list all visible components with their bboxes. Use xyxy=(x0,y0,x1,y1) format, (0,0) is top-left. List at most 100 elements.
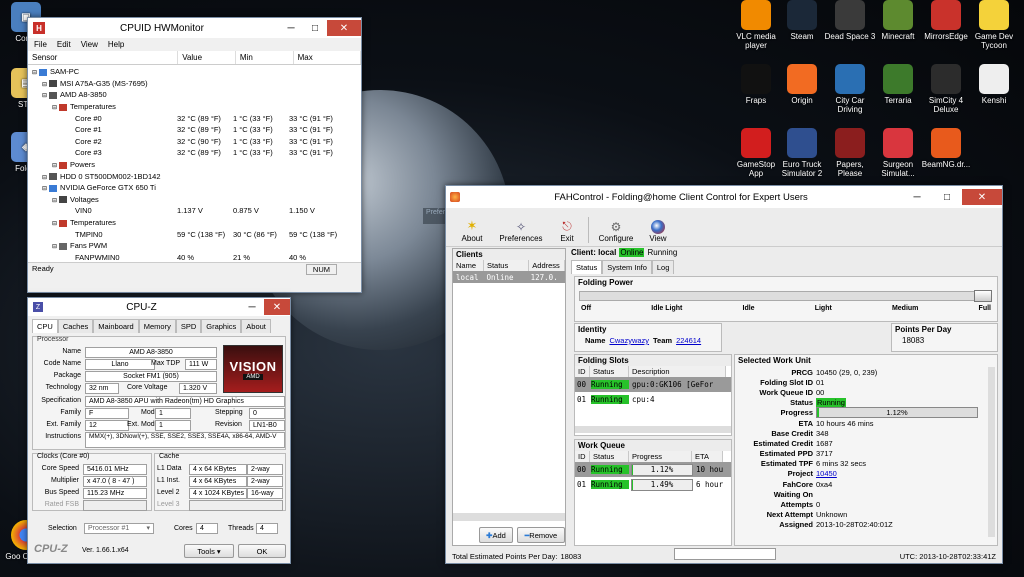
desktop-icon-kenshi[interactable]: Kenshi xyxy=(968,64,1020,105)
expand-toggle-icon[interactable]: ⊟ xyxy=(52,244,57,250)
folding-power-slider[interactable] xyxy=(579,290,992,302)
tools-button[interactable]: Tools ▾ xyxy=(184,544,234,558)
desktop-icon-fraps[interactable]: Fraps xyxy=(730,64,782,105)
hwmonitor-titlebar[interactable]: H CPUID HWMonitor ─ □ ✕ xyxy=(28,18,361,38)
configure-button[interactable]: ⚙ Configure xyxy=(595,220,637,243)
preferences-button[interactable]: ✧ Preferences xyxy=(496,220,546,243)
slots-col-id[interactable]: ID xyxy=(575,366,590,377)
tab-mainboard[interactable]: Mainboard xyxy=(93,319,139,333)
sensor-row[interactable]: Core #3 32 °C (89 °F) 1 °C (33 °F) 33 °C (9… xyxy=(28,147,361,159)
tab-status[interactable]: Status xyxy=(571,260,603,274)
expand-toggle-icon[interactable]: ⊟ xyxy=(42,93,47,99)
sensor-row[interactable]: ⊟ Fans PWM xyxy=(28,240,361,252)
tab-system-info[interactable]: System Info xyxy=(602,260,652,274)
fah-titlebar[interactable]: FAHControl - Folding@home Client Control… xyxy=(446,186,1002,208)
desktop-icon-minecraft[interactable]: Minecraft xyxy=(872,0,924,41)
sensor-row[interactable]: TMPIN0 59 °C (138 °F) 30 °C (86 °F) 59 °C (… xyxy=(28,228,361,240)
tab-about[interactable]: About xyxy=(241,319,271,333)
desktop-icon-gamedev[interactable]: Game Dev Tycoon xyxy=(968,0,1020,50)
desktop-icon-steam[interactable]: Steam xyxy=(776,0,828,41)
identity-team-link[interactable]: 224614 xyxy=(676,336,701,345)
slot-row[interactable]: 01 Running cpu:4 xyxy=(575,392,731,407)
sensor-row[interactable]: FANPWMIN0 40 % 21 % 40 % xyxy=(28,252,361,264)
sensor-row[interactable]: Core #0 32 °C (89 °F) 1 °C (33 °F) 33 °C (9… xyxy=(28,112,361,124)
sensor-row[interactable]: ⊟ Temperatures xyxy=(28,101,361,113)
tab-spd[interactable]: SPD xyxy=(175,319,202,333)
queue-col-progress[interactable]: Progress xyxy=(629,451,692,462)
desktop-icon-beamng[interactable]: BeamNG.dr... xyxy=(920,128,972,169)
sensor-row[interactable]: ⊟ MSI A75A-G35 (MS-7695) xyxy=(28,78,361,90)
desktop-icon-mirrorsedge[interactable]: MirrorsEdge xyxy=(920,0,972,41)
sensor-row[interactable]: ⊟ SAM-PC xyxy=(28,66,361,78)
queue-col-status[interactable]: Status xyxy=(590,451,629,462)
expand-toggle-icon[interactable]: ⊟ xyxy=(42,175,47,181)
close-button[interactable]: ✕ xyxy=(264,299,290,315)
slot-row[interactable]: 00 Running gpu:0:GK106 [GeFor xyxy=(575,377,731,392)
expand-toggle-icon[interactable]: ⊟ xyxy=(52,221,57,227)
minimize-button[interactable]: ─ xyxy=(902,189,932,205)
menu-file[interactable]: File xyxy=(34,40,47,49)
tab-caches[interactable]: Caches xyxy=(57,319,94,333)
expand-toggle-icon[interactable]: ⊟ xyxy=(52,198,57,204)
col-max[interactable]: Max xyxy=(294,51,361,64)
col-value[interactable]: Value xyxy=(178,51,236,64)
ok-button[interactable]: OK xyxy=(238,544,286,558)
col-sensor[interactable]: Sensor xyxy=(28,51,179,64)
identity-name-link[interactable]: Cwazywazy xyxy=(609,336,649,345)
view-button[interactable]: View xyxy=(643,220,673,243)
sensor-row[interactable]: ⊟ AMD A8-3850 xyxy=(28,89,361,101)
expand-toggle-icon[interactable]: ⊟ xyxy=(42,82,47,88)
expand-toggle-icon[interactable]: ⊟ xyxy=(52,105,57,111)
sensor-row[interactable]: ⊟ NVIDIA GeForce GTX 650 Ti xyxy=(28,182,361,194)
clients-scrollbar[interactable] xyxy=(453,513,565,521)
queue-row[interactable]: 01 Running 1.49% 6 hour xyxy=(575,477,731,492)
tab-cpu[interactable]: CPU xyxy=(32,319,58,333)
exit-button[interactable]: ⎋ Exit xyxy=(552,219,582,243)
clients-col-address[interactable]: Address xyxy=(529,260,565,271)
clients-col-name[interactable]: Name xyxy=(453,260,484,271)
close-button[interactable]: ✕ xyxy=(962,189,1002,205)
desktop-icon-terraria[interactable]: Terraria xyxy=(872,64,924,105)
desktop-icon-surgeon[interactable]: Surgeon Simulat... xyxy=(872,128,924,178)
menu-help[interactable]: Help xyxy=(108,40,124,49)
expand-toggle-icon[interactable]: ⊟ xyxy=(42,186,47,192)
sensor-row[interactable]: ⊟ Voltages xyxy=(28,194,361,206)
selection-dropdown[interactable]: Processor #1 ▾ xyxy=(84,523,154,534)
sensor-row[interactable]: ⊟ HDD 0 ST500DM002-1BD142 xyxy=(28,170,361,182)
cpuz-titlebar[interactable]: Z CPU-Z ─ ✕ xyxy=(28,298,290,316)
desktop-icon-citycar[interactable]: City Car Driving xyxy=(824,64,876,114)
desktop-icon-simcity[interactable]: SimCity 4 Deluxe xyxy=(920,64,972,114)
project-link[interactable]: 10450 xyxy=(816,469,837,478)
queue-col-eta[interactable]: ETA xyxy=(692,451,723,462)
sensor-row[interactable]: ⊟ Temperatures xyxy=(28,217,361,229)
menu-edit[interactable]: Edit xyxy=(57,40,71,49)
desktop-icon-deadspace[interactable]: Dead Space 3 xyxy=(824,0,876,41)
tab-log[interactable]: Log xyxy=(651,260,675,274)
maximize-button[interactable]: □ xyxy=(303,20,327,36)
minimize-button[interactable]: ─ xyxy=(279,20,303,36)
add-button[interactable]: ✚ Add xyxy=(479,527,513,543)
desktop-icon-papers[interactable]: Papers, Please xyxy=(824,128,876,178)
sensor-row[interactable]: ⊟ Powers xyxy=(28,159,361,171)
expand-toggle-icon[interactable]: ⊟ xyxy=(32,70,37,76)
desktop-icon-origin[interactable]: Origin xyxy=(776,64,828,105)
slots-scrollbar[interactable] xyxy=(575,426,731,433)
client-row-local[interactable]: local Online 127.0. xyxy=(453,271,565,283)
expand-toggle-icon[interactable]: ⊟ xyxy=(52,163,57,169)
queue-col-id[interactable]: ID xyxy=(575,451,590,462)
remove-button[interactable]: ━ Remove xyxy=(517,527,565,543)
clients-col-status[interactable]: Status xyxy=(483,260,530,271)
about-button[interactable]: ✶ About xyxy=(454,218,490,243)
swu-scrollbar[interactable] xyxy=(988,367,995,537)
close-button[interactable]: ✕ xyxy=(327,20,361,36)
slots-col-description[interactable]: Description xyxy=(629,366,726,377)
slots-col-status[interactable]: Status xyxy=(590,366,629,377)
sensor-row[interactable]: Core #2 32 °C (90 °F) 1 °C (33 °F) 33 °C (9… xyxy=(28,136,361,148)
folding-power-thumb[interactable] xyxy=(974,290,992,302)
desktop-icon-eurotruck[interactable]: Euro Truck Simulator 2 xyxy=(776,128,828,178)
queue-row[interactable]: 00 Running 1.12% 10 hou xyxy=(575,462,731,477)
tab-graphics[interactable]: Graphics xyxy=(201,319,242,333)
desktop-icon-gamestop[interactable]: GameStop App xyxy=(730,128,782,178)
sensor-row[interactable]: VIN0 1.137 V 0.875 V 1.150 V xyxy=(28,205,361,217)
menu-view[interactable]: View xyxy=(81,40,98,49)
